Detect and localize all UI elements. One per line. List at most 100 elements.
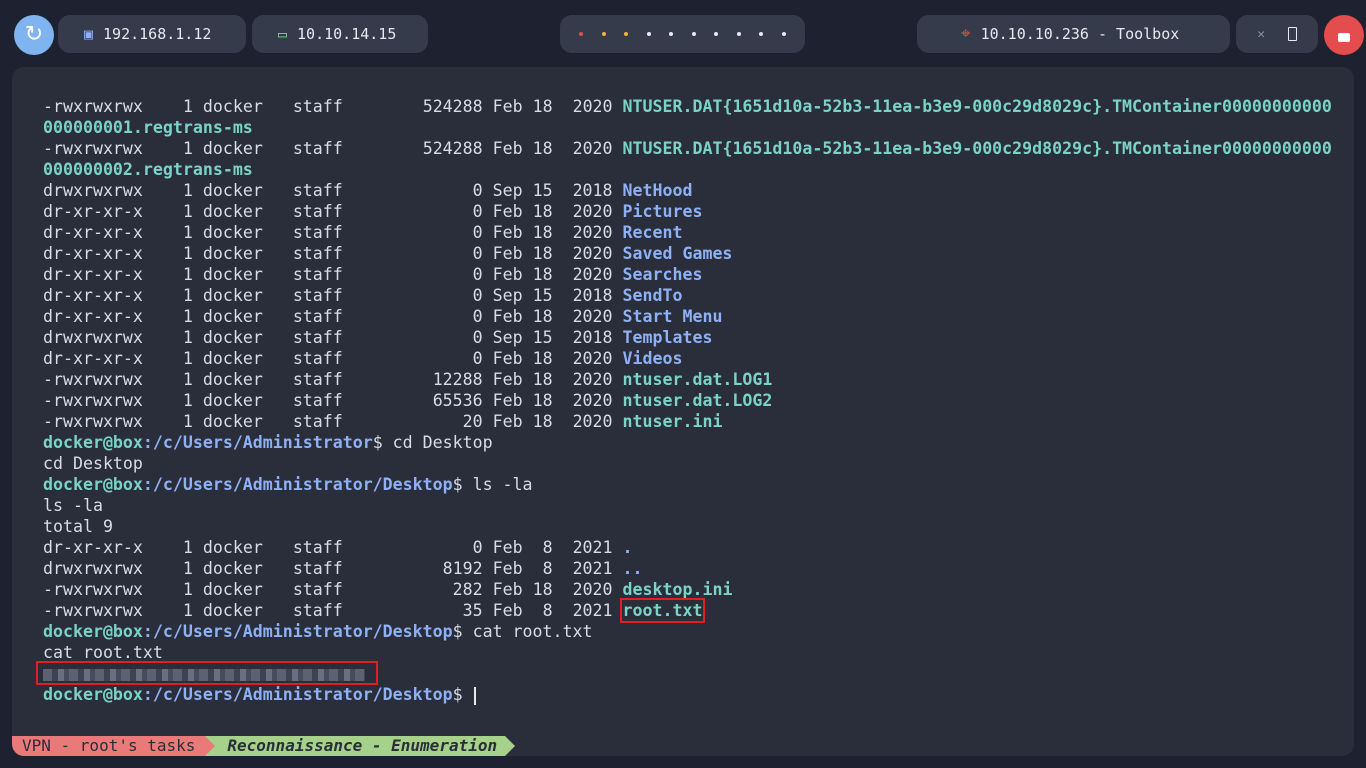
- file-name: Searches: [622, 265, 703, 284]
- file-group: staff: [292, 328, 343, 347]
- file-name: Videos: [622, 349, 683, 368]
- file-size: 0: [472, 181, 483, 200]
- prompt-path: :/c/Users/Administrator: [142, 433, 373, 452]
- file-owner: docker: [202, 97, 263, 116]
- file-date: Feb 18 2020: [492, 265, 613, 284]
- file-size: 282: [452, 580, 483, 599]
- file-name: NetHood: [622, 181, 693, 200]
- workspace-dot-3[interactable]: [624, 32, 629, 36]
- file-group: staff: [292, 412, 343, 431]
- top-panel: ↻ ▣ 192.168.1.12 ▭ 10.10.14.15 ⌖ 10.10.1…: [0, 0, 1366, 70]
- debian-swirl-icon: ↻: [24, 22, 44, 47]
- terminal-line: dr-xr-xr-x 1 docker staff 0 Feb 18 2020 …: [43, 222, 1332, 243]
- file-date: Feb 8 2021: [492, 538, 613, 557]
- file-permissions: drwxrwxrwx: [43, 328, 143, 347]
- file-date: Feb 18 2020: [492, 202, 613, 221]
- file-date: Feb 18 2020: [492, 223, 613, 242]
- link-count: 1: [182, 412, 193, 431]
- terminal-line: dr-xr-xr-x 1 docker staff 0 Feb 18 2020 …: [43, 201, 1332, 222]
- output-text: total 9: [43, 517, 113, 536]
- prompt-user: docker@box: [43, 475, 143, 494]
- file-name: ntuser.dat.LOG2: [622, 391, 773, 410]
- workspace-dot-6[interactable]: [691, 32, 696, 36]
- file-name-continued: 000000002.regtrans-ms: [43, 160, 253, 179]
- session-segment[interactable]: VPN - root's tasks: [12, 736, 206, 756]
- vpn-ip-widget[interactable]: ▭ 10.10.14.15: [252, 15, 428, 53]
- workspace-dot-8[interactable]: [736, 32, 741, 36]
- link-count: 1: [182, 328, 193, 347]
- local-ip-widget[interactable]: ▣ 192.168.1.12: [58, 15, 246, 53]
- network-icon: ▣: [84, 25, 94, 43]
- file-date: Feb 18 2020: [492, 349, 613, 368]
- file-group: staff: [292, 391, 343, 410]
- terminal-line: -rwxrwxrwx 1 docker staff 524288 Feb 18 …: [43, 138, 1332, 159]
- segment-separator: [205, 736, 216, 756]
- file-owner: docker: [202, 307, 263, 326]
- battery-icon[interactable]: [1287, 27, 1297, 41]
- system-tray[interactable]: ✕: [1236, 15, 1318, 53]
- file-owner: docker: [202, 181, 263, 200]
- file-owner: docker: [202, 139, 263, 158]
- file-size: 0: [472, 265, 483, 284]
- terminal-line: docker@box:/c/Users/Administrator/Deskto…: [43, 474, 1332, 495]
- workspace-dot-1[interactable]: [579, 32, 584, 36]
- file-date: Sep 15 2018: [492, 328, 613, 347]
- file-owner: docker: [202, 538, 263, 557]
- file-group: staff: [292, 202, 343, 221]
- file-owner: docker: [202, 580, 263, 599]
- terminal-line: total 9: [43, 516, 1332, 537]
- file-date: Feb 18 2020: [492, 370, 613, 389]
- prompt-command: $ cd Desktop: [372, 433, 493, 452]
- terminal-line: drwxrwxrwx 1 docker staff 8192 Feb 8 202…: [43, 558, 1332, 579]
- workspace-dot-4[interactable]: [646, 32, 651, 36]
- prompt-user: docker@box: [43, 685, 143, 704]
- volume-muted-icon[interactable]: ✕: [1257, 27, 1265, 42]
- window-segment[interactable]: Reconnaissance - Enumeration: [215, 736, 506, 756]
- terminal-line: dr-xr-xr-x 1 docker staff 0 Feb 18 2020 …: [43, 243, 1332, 264]
- text-cursor: [473, 686, 476, 705]
- file-name-continued: 000000001.regtrans-ms: [43, 118, 253, 137]
- workspace-dot-10[interactable]: [781, 32, 786, 36]
- workspace-switcher[interactable]: [560, 15, 805, 53]
- launcher-button[interactable]: ↻: [14, 15, 54, 55]
- file-group: staff: [292, 559, 343, 578]
- file-permissions: -rwxrwxrwx: [43, 139, 143, 158]
- workspace-dot-2[interactable]: [601, 32, 606, 36]
- link-count: 1: [182, 265, 193, 284]
- terminal-line: -rwxrwxrwx 1 docker staff 65536 Feb 18 2…: [43, 390, 1332, 411]
- file-permissions: drwxrwxrwx: [43, 559, 143, 578]
- lock-button[interactable]: [1324, 15, 1364, 55]
- file-name: NTUSER.DAT{1651d10a-52b3-11ea-b3e9-000c2…: [622, 97, 1332, 116]
- terminal-window[interactable]: -rwxrwxrwx 1 docker staff 524288 Feb 18 …: [12, 67, 1354, 756]
- crosshair-icon: ⌖: [961, 24, 971, 44]
- link-count: 1: [182, 601, 193, 620]
- file-group: staff: [292, 538, 343, 557]
- workspace-dot-9[interactable]: [759, 32, 764, 36]
- file-size: 0: [472, 244, 483, 263]
- file-permissions: -rwxrwxrwx: [43, 97, 143, 116]
- file-date: Feb 18 2020: [492, 412, 613, 431]
- workspace-dot-7[interactable]: [714, 32, 719, 36]
- file-permissions: -rwxrwxrwx: [43, 580, 143, 599]
- link-count: 1: [182, 559, 193, 578]
- file-group: staff: [292, 601, 343, 620]
- file-group: staff: [292, 286, 343, 305]
- terminal-line: docker@box:/c/Users/Administrator/Deskto…: [43, 684, 1332, 705]
- file-size: 0: [472, 349, 483, 368]
- file-group: staff: [292, 370, 343, 389]
- file-permissions: dr-xr-xr-x: [43, 286, 143, 305]
- file-date: Feb 8 2021: [492, 559, 613, 578]
- laptop-icon: ▭: [278, 25, 288, 43]
- workspace-dot-5[interactable]: [669, 32, 674, 36]
- terminal-line: drwxrwxrwx 1 docker staff 0 Sep 15 2018 …: [43, 180, 1332, 201]
- link-count: 1: [182, 97, 193, 116]
- file-size: 0: [472, 328, 483, 347]
- terminal-line: -rwxrwxrwx 1 docker staff 12288 Feb 18 2…: [43, 369, 1332, 390]
- file-group: staff: [292, 181, 343, 200]
- file-permissions: dr-xr-xr-x: [43, 265, 143, 284]
- link-count: 1: [182, 580, 193, 599]
- terminal-line: -rwxrwxrwx 1 docker staff 35 Feb 8 2021 …: [43, 598, 1332, 623]
- target-widget[interactable]: ⌖ 10.10.10.236 - Toolbox: [917, 15, 1230, 53]
- file-permissions: dr-xr-xr-x: [43, 223, 143, 242]
- prompt-path: :/c/Users/Administrator/Desktop: [142, 685, 453, 704]
